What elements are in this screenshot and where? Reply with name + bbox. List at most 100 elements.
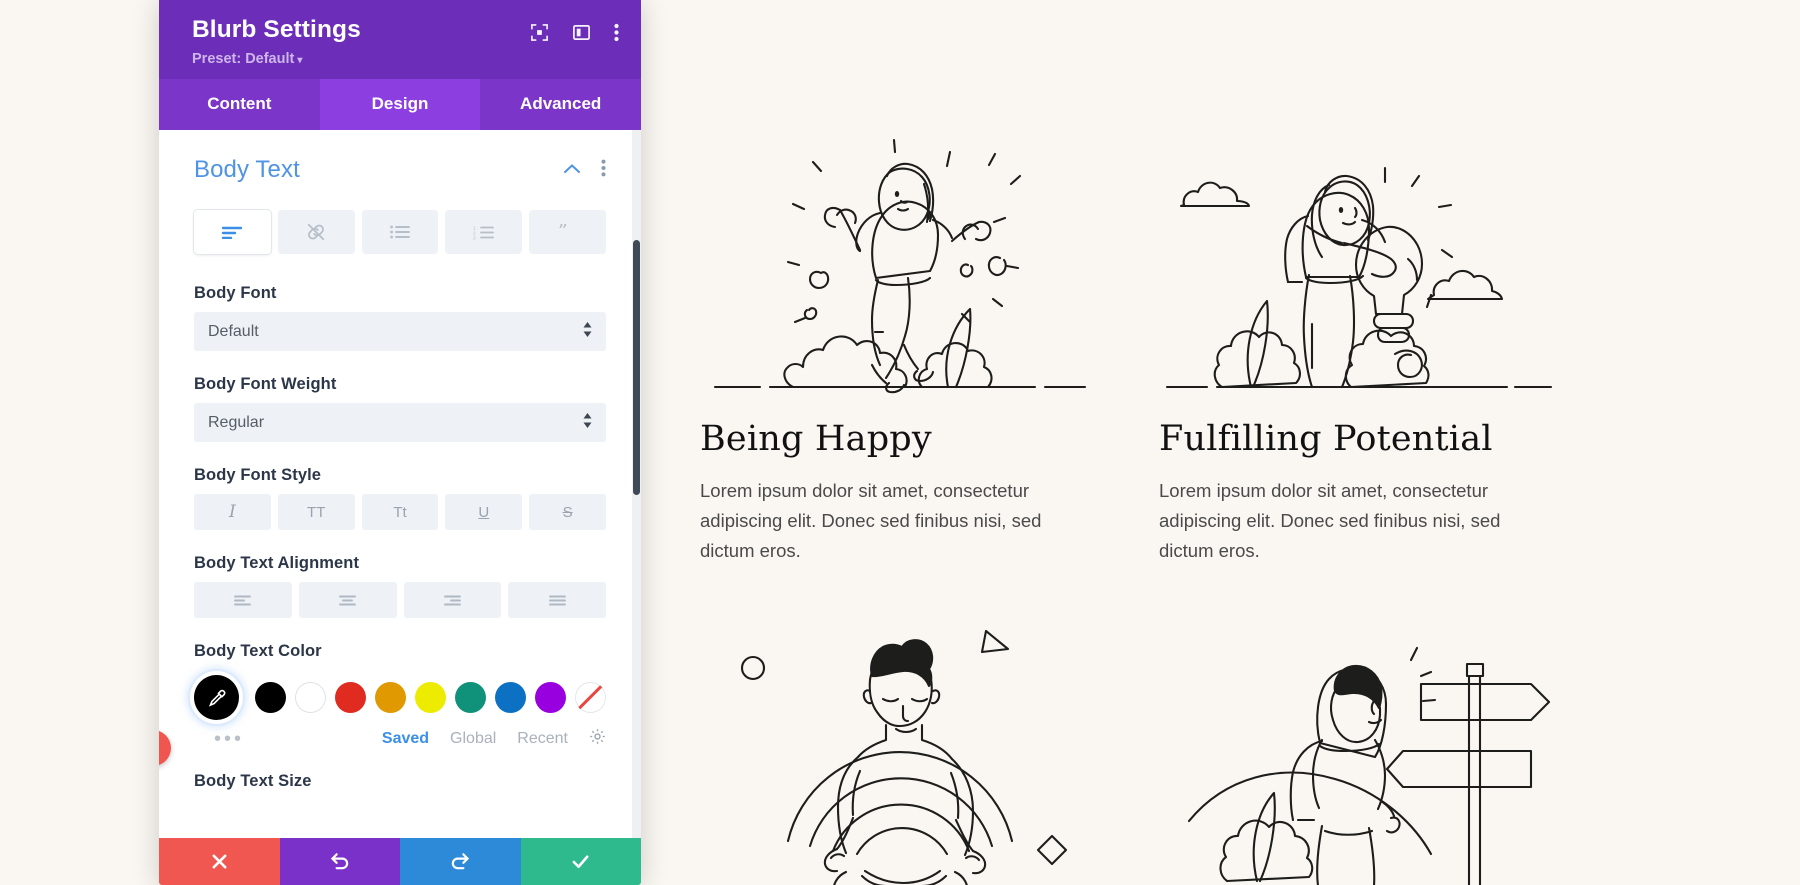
- blurb-module[interactable]: Being Happy Lorem ipsum dolor sit amet, …: [700, 110, 1100, 566]
- palette-controls: ••• Saved Global Recent: [194, 728, 606, 750]
- swatch-white[interactable]: [295, 681, 326, 713]
- blurb-title: Fulfilling Potential: [1159, 419, 1493, 459]
- swatch-purple[interactable]: [535, 681, 566, 713]
- strikethrough-label: S: [562, 503, 573, 521]
- body-text-color-field: Body Text Color ••• Saved Global Recent: [194, 642, 606, 750]
- align-right-button[interactable]: [403, 582, 502, 619]
- modal-header: Blurb Settings Preset: Default ▾: [159, 0, 641, 80]
- uppercase-button[interactable]: TT: [277, 494, 355, 531]
- blurb-grid: Being Happy Lorem ipsum dolor sit amet, …: [700, 110, 1560, 885]
- layout-panel-icon[interactable]: [572, 23, 591, 42]
- body-font-weight-select[interactable]: Regular: [194, 403, 606, 443]
- capitalize-label: Tt: [393, 503, 407, 521]
- strikethrough-button[interactable]: S: [529, 494, 606, 531]
- align-center-button[interactable]: [298, 582, 397, 619]
- palette-tabs: Saved Global Recent: [382, 728, 606, 750]
- cancel-button[interactable]: [159, 838, 280, 885]
- palette-tab-saved[interactable]: Saved: [382, 730, 429, 748]
- ordered-list-icon[interactable]: 1 2 3: [445, 210, 523, 255]
- svg-text:”: ”: [558, 224, 568, 240]
- woman-holding-lightbulb-illustration: [1165, 166, 1553, 389]
- unordered-list-icon[interactable]: [361, 210, 439, 255]
- body-text-alignment-buttons: [194, 582, 606, 619]
- check-icon: [572, 855, 589, 869]
- preset-selector[interactable]: Preset: Default ▾: [192, 51, 361, 67]
- tab-advanced[interactable]: Advanced: [480, 79, 641, 131]
- blurb-body: Lorem ipsum dolor sit amet, consectetur …: [700, 479, 1042, 561]
- body-font-weight-field: Body Font Weight Regular: [194, 375, 606, 443]
- color-swatch-row: [194, 670, 606, 724]
- body-text-alignment-label: Body Text Alignment: [194, 554, 360, 573]
- blockquote-icon[interactable]: ”: [529, 210, 606, 255]
- more-vertical-icon[interactable]: [601, 159, 606, 182]
- select-arrows-icon: [583, 321, 592, 342]
- tab-content[interactable]: Content: [159, 79, 320, 131]
- preset-label: Preset: Default: [192, 51, 295, 68]
- swatch-blue[interactable]: [495, 681, 526, 713]
- underline-label: U: [478, 503, 490, 521]
- modal-tabs: Content Design Advanced: [159, 79, 641, 131]
- body-font-style-field: Body Font Style I TT Tt U S: [194, 466, 606, 531]
- blurb-title: Being Happy: [700, 419, 932, 459]
- swatch-transparent[interactable]: [575, 681, 606, 713]
- body-font-field: Body Font Default: [194, 284, 606, 352]
- blurb-module[interactable]: [1159, 596, 1559, 885]
- focus-icon[interactable]: [530, 23, 549, 42]
- eyedropper-icon[interactable]: [194, 674, 239, 720]
- chevron-down-icon: ▾: [297, 55, 303, 67]
- swatch-yellow[interactable]: [415, 681, 446, 713]
- swatch-black[interactable]: [255, 681, 286, 713]
- body-text-alignment-field: Body Text Alignment: [194, 554, 606, 619]
- palette-tab-global[interactable]: Global: [450, 730, 496, 748]
- gear-icon[interactable]: [589, 728, 606, 750]
- man-meditating-illustration: [740, 629, 1068, 885]
- settings-scroll-area: Body Text 1 2 3 ” Body Font Default Body…: [159, 130, 641, 838]
- text-type-toggle-group: 1 2 3 ”: [194, 210, 606, 255]
- body-text-color-label: Body Text Color: [194, 642, 322, 661]
- capitalize-button[interactable]: Tt: [361, 494, 439, 531]
- settings-content: Body Text 1 2 3 ” Body Font Default Body…: [159, 130, 641, 791]
- blurb-settings-modal: Blurb Settings Preset: Default ▾ Content…: [159, 0, 641, 885]
- body-font-style-label: Body Font Style: [194, 466, 322, 485]
- select-arrows-icon: [583, 412, 592, 433]
- italic-label: I: [229, 502, 236, 523]
- more-colors-button[interactable]: •••: [194, 729, 244, 749]
- blurb-module[interactable]: [700, 596, 1100, 885]
- swatch-orange[interactable]: [375, 681, 406, 713]
- body-font-value: Default: [208, 322, 259, 340]
- body-font-select[interactable]: Default: [194, 312, 606, 352]
- section-header: Body Text: [194, 156, 606, 184]
- settings-scrollbar-track[interactable]: [632, 130, 641, 838]
- paragraph-text-icon[interactable]: [194, 210, 271, 255]
- undo-icon: [331, 853, 349, 870]
- man-at-signpost-illustration: [1187, 646, 1551, 885]
- body-font-weight-value: Regular: [208, 413, 265, 431]
- swatch-teal[interactable]: [455, 681, 486, 713]
- redo-icon: [451, 853, 469, 870]
- close-icon: [212, 854, 227, 869]
- chevron-up-icon[interactable]: [563, 161, 581, 179]
- link-icon[interactable]: [277, 210, 355, 255]
- redo-button[interactable]: [400, 838, 521, 885]
- align-left-button[interactable]: [194, 582, 292, 619]
- underline-button[interactable]: U: [445, 494, 523, 531]
- save-button[interactable]: [520, 838, 641, 885]
- modal-title: Blurb Settings: [192, 16, 361, 43]
- body-font-weight-label: Body Font Weight: [194, 375, 337, 394]
- align-justify-button[interactable]: [508, 582, 606, 619]
- tab-design[interactable]: Design: [319, 79, 481, 131]
- svg-text:3: 3: [473, 235, 476, 240]
- more-vertical-icon[interactable]: [614, 23, 619, 42]
- body-font-style-buttons: I TT Tt U S: [194, 494, 606, 531]
- woman-celebrating-illustration: [713, 138, 1087, 394]
- blurb-module[interactable]: Fulfilling Potential Lorem ipsum dolor s…: [1159, 110, 1559, 566]
- undo-button[interactable]: [279, 838, 400, 885]
- body-font-label: Body Font: [194, 284, 277, 303]
- section-header-icons: [563, 159, 606, 182]
- blurb-body: Lorem ipsum dolor sit amet, consectetur …: [1159, 479, 1501, 561]
- settings-scrollbar-thumb[interactable]: [633, 240, 640, 496]
- section-title: Body Text: [194, 156, 300, 184]
- swatch-red[interactable]: [335, 681, 366, 713]
- italic-button[interactable]: I: [194, 494, 271, 531]
- palette-tab-recent[interactable]: Recent: [517, 730, 568, 748]
